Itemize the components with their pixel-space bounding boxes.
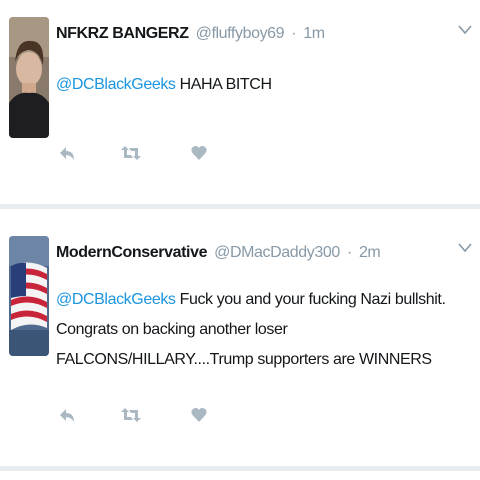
tweet-2[interactable]: ModernConservative @DMacDaddy300 · 2m @D… xyxy=(0,0,480,422)
retweet-icon xyxy=(121,408,141,422)
handle[interactable]: @DMacDaddy300 xyxy=(214,244,340,261)
tweet-text: @DCBlackGeeks Fuck you and your fucking … xyxy=(56,285,476,375)
like-button[interactable] xyxy=(188,400,210,430)
tweet-header: ModernConservative @DMacDaddy300 · 2m xyxy=(56,244,381,262)
mention-link[interactable]: @DCBlackGeeks xyxy=(56,291,176,308)
avatar[interactable] xyxy=(9,236,49,356)
more-options-button[interactable] xyxy=(458,240,472,258)
chevron-down-icon xyxy=(458,243,472,253)
meta-separator: · xyxy=(346,244,352,261)
retweet-button[interactable] xyxy=(120,400,142,430)
reply-icon xyxy=(60,409,74,422)
timestamp[interactable]: 2m xyxy=(359,244,381,261)
reply-button[interactable] xyxy=(56,400,78,430)
tweet-divider xyxy=(0,466,480,471)
display-name[interactable]: ModernConservative xyxy=(56,244,207,261)
heart-icon xyxy=(191,407,207,422)
american-flag-icon xyxy=(9,236,49,356)
